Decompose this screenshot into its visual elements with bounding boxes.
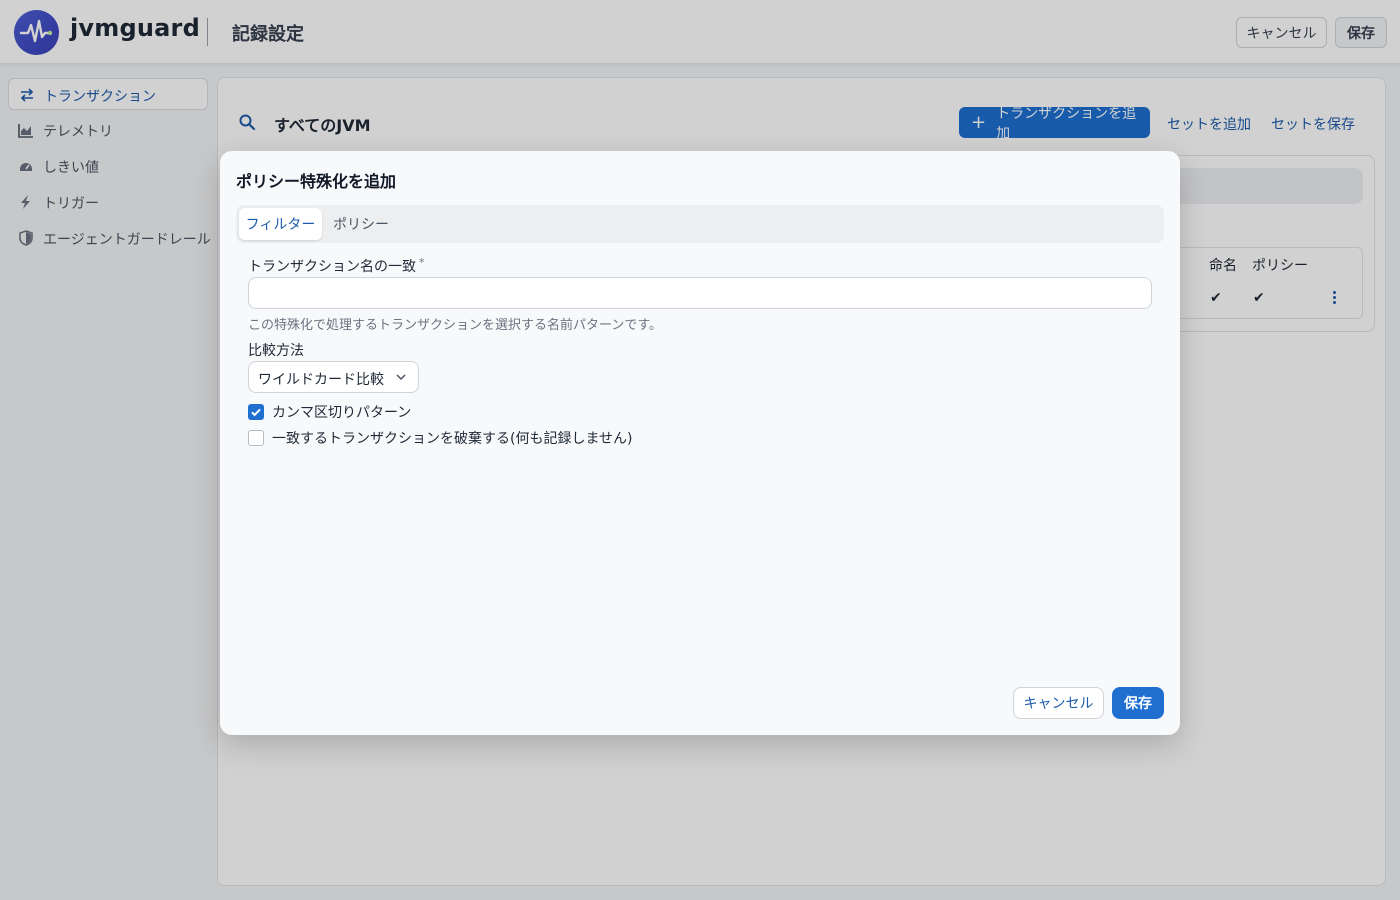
discard-label: 一致するトランザクションを破棄する(何も記録しません) — [272, 431, 633, 447]
chevron-down-icon — [395, 371, 407, 387]
add-policy-specialization-dialog: ポリシー特殊化を追加 フィルター ポリシー トランザクション名の一致 * この特殊… — [220, 151, 1180, 735]
name-match-input[interactable] — [248, 277, 1152, 309]
tab-filter[interactable]: フィルター — [239, 208, 322, 240]
comma-pattern-option[interactable]: カンマ区切りパターン — [248, 402, 411, 422]
comma-pattern-label: カンマ区切りパターン — [272, 405, 412, 421]
dialog-tabs: フィルター ポリシー — [236, 205, 1164, 243]
tab-policy[interactable]: ポリシー — [333, 208, 393, 240]
name-match-label: トランザクション名の一致 * — [248, 256, 425, 276]
name-match-help-text: この特殊化で処理するトランザクションを選択する名前パターンです。 — [248, 318, 663, 333]
discard-option[interactable]: 一致するトランザクションを破棄する(何も記録しません) — [248, 428, 633, 448]
compare-method-select[interactable]: ワイルドカード比較 — [248, 361, 419, 393]
discard-checkbox[interactable] — [248, 430, 264, 446]
comma-pattern-checkbox[interactable] — [248, 404, 264, 420]
required-mark: * — [419, 256, 425, 269]
dialog-save-button[interactable]: 保存 — [1112, 687, 1164, 719]
compare-method-label: 比較方法 — [248, 343, 304, 359]
dialog-cancel-button[interactable]: キャンセル — [1013, 687, 1104, 719]
dialog-title: ポリシー特殊化を追加 — [236, 172, 397, 191]
name-match-label-text: トランザクション名の一致 — [248, 259, 416, 275]
compare-method-value: ワイルドカード比較 — [258, 372, 384, 388]
